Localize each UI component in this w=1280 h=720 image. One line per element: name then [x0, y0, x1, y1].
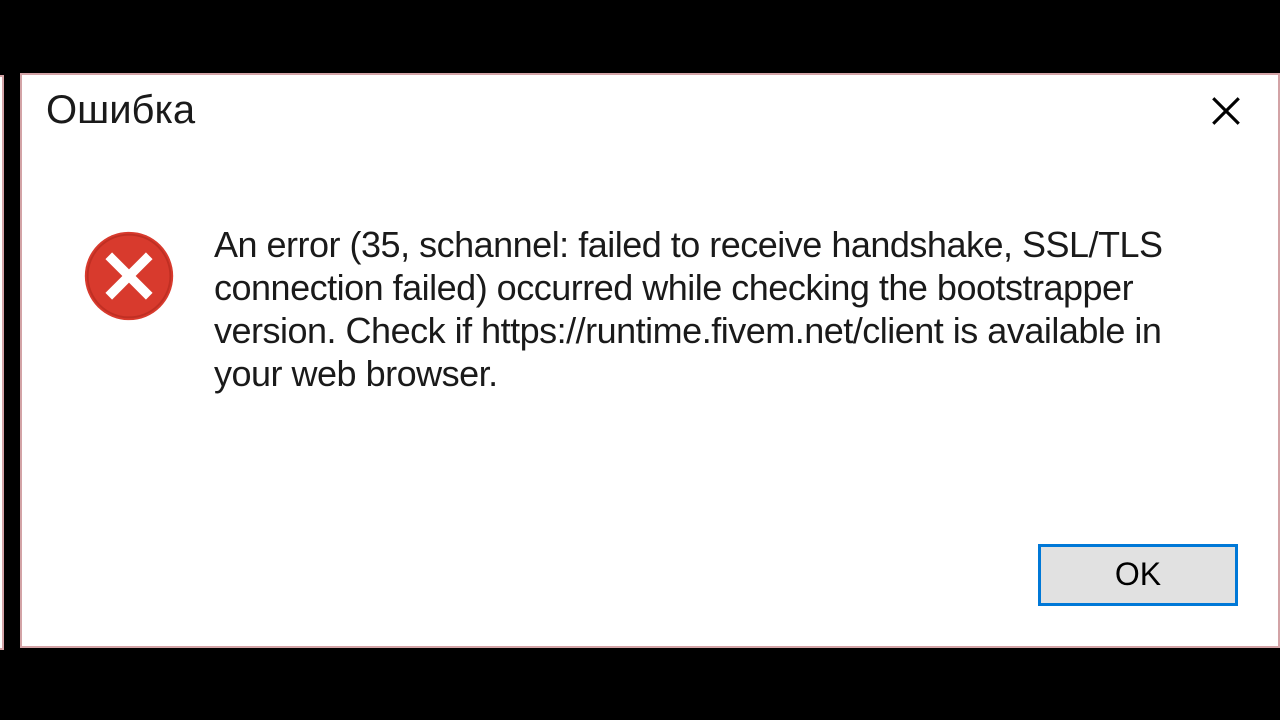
- error-icon-container: [82, 229, 176, 328]
- close-button[interactable]: [1202, 87, 1250, 135]
- dialog-message: An error (35, schannel: failed to receiv…: [214, 223, 1230, 396]
- error-icon: [82, 229, 176, 323]
- dialog-titlebar: Ошибка: [22, 75, 1278, 143]
- dialog-left-edge: [0, 75, 4, 650]
- error-dialog: Ошибка An error (35, schannel: failed to…: [20, 73, 1280, 648]
- close-icon: [1209, 94, 1243, 128]
- dialog-button-row: OK: [1038, 544, 1238, 606]
- dialog-title: Ошибка: [46, 88, 195, 133]
- ok-button[interactable]: OK: [1038, 544, 1238, 606]
- dialog-content: An error (35, schannel: failed to receiv…: [22, 143, 1278, 436]
